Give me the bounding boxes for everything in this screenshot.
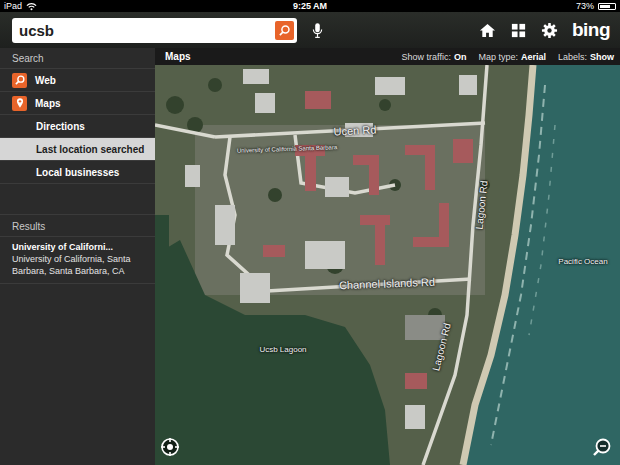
map-option[interactable]: Map type:Aerial bbox=[478, 52, 546, 62]
results-header: Results bbox=[0, 215, 155, 236]
campus-ground bbox=[195, 125, 485, 295]
option-label: Show traffic: bbox=[402, 52, 451, 62]
sidebar-item[interactable]: Directions bbox=[0, 114, 155, 137]
building bbox=[375, 225, 385, 265]
building bbox=[375, 77, 405, 95]
sidebar-item-label: Web bbox=[35, 75, 56, 86]
sidebar-item-label: Maps bbox=[35, 98, 61, 109]
sidebar-gap bbox=[0, 183, 155, 215]
building bbox=[305, 91, 331, 109]
map-label: Ucsb Lagoon bbox=[259, 346, 306, 354]
sidebar-item[interactable]: Last location searched bbox=[0, 137, 155, 160]
building bbox=[459, 75, 477, 95]
map-option[interactable]: Show traffic:On bbox=[402, 52, 467, 62]
map-pin-icon bbox=[12, 96, 27, 111]
status-bar: iPad 9:25 AM 73% bbox=[0, 0, 620, 12]
sidebar-item[interactable]: Web bbox=[0, 68, 155, 91]
lagoon-road bbox=[423, 65, 487, 465]
tree bbox=[379, 99, 391, 111]
surf bbox=[491, 85, 545, 445]
map-label: Pacific Ocean bbox=[558, 258, 607, 266]
search-value: ucsb bbox=[19, 22, 275, 39]
building bbox=[255, 93, 275, 113]
gear-icon[interactable] bbox=[541, 22, 558, 39]
magnifier-icon bbox=[14, 74, 26, 86]
map-title: Maps bbox=[165, 51, 191, 62]
ocean bbox=[465, 65, 620, 465]
battery-percent: 73% bbox=[576, 0, 594, 12]
building bbox=[305, 241, 345, 269]
zoom-icon[interactable] bbox=[592, 437, 612, 457]
building bbox=[425, 155, 435, 190]
building bbox=[439, 203, 449, 247]
building bbox=[360, 215, 390, 225]
result-item[interactable]: University of Californi...University of … bbox=[0, 236, 155, 284]
surf bbox=[529, 125, 555, 335]
battery-icon bbox=[598, 3, 616, 10]
wifi-icon bbox=[26, 2, 37, 11]
option-label: Labels: bbox=[558, 52, 587, 62]
locate-icon[interactable] bbox=[160, 437, 180, 457]
sidebar-item[interactable]: Maps bbox=[0, 91, 155, 114]
aerial-map bbox=[155, 65, 620, 465]
top-bar: ucsb bing bbox=[0, 12, 620, 48]
pin-icon bbox=[14, 97, 26, 109]
building bbox=[405, 373, 427, 389]
sidebar-item-label: Last location searched bbox=[36, 144, 144, 155]
magnifier-icon bbox=[278, 24, 291, 37]
content: Search Web Maps Directions Last location sea… bbox=[0, 48, 620, 465]
bing-logo[interactable]: bing bbox=[572, 19, 610, 41]
building bbox=[243, 69, 269, 84]
ipad-screen: iPad 9:25 AM 73% ucsb bing Search Web Maps Direc… bbox=[0, 0, 620, 465]
microphone-icon[interactable] bbox=[312, 22, 323, 39]
tree bbox=[208, 78, 222, 92]
sidebar-item-label: Directions bbox=[36, 121, 85, 132]
ucen-road bbox=[215, 123, 485, 137]
map-option[interactable]: Labels:Show bbox=[558, 52, 614, 62]
map-options: Show traffic:OnMap type:AerialLabels:Sho… bbox=[402, 52, 614, 62]
tree bbox=[268, 188, 282, 202]
roads bbox=[155, 65, 487, 465]
status-right: 73% bbox=[536, 0, 616, 12]
web-search-icon bbox=[12, 73, 27, 88]
search-button[interactable] bbox=[275, 21, 294, 40]
building bbox=[325, 177, 349, 197]
battery-fill bbox=[600, 5, 610, 8]
map-label: Ucen Rd bbox=[333, 124, 376, 137]
building bbox=[369, 165, 379, 195]
building bbox=[305, 156, 316, 191]
map-header: Maps Show traffic:On Map type:Aerial Labels… bbox=[155, 48, 620, 65]
lagoon-edge bbox=[155, 215, 169, 275]
map-view[interactable]: Ucen RdLagoon RdLagoon RdChannel Islands… bbox=[155, 65, 620, 465]
building bbox=[453, 139, 473, 163]
option-value: On bbox=[454, 52, 467, 62]
building bbox=[353, 155, 379, 165]
result-title: University of Californi... bbox=[12, 242, 147, 252]
device-name: iPad bbox=[4, 0, 22, 12]
sidebar-item[interactable]: Local businesses bbox=[0, 160, 155, 183]
lagoon bbox=[155, 240, 390, 465]
map-panel: Maps Show traffic:On Map type:Aerial Labels… bbox=[155, 48, 620, 465]
sidebar: Search Web Maps Directions Last location sea… bbox=[0, 48, 155, 465]
option-value: Show bbox=[590, 52, 614, 62]
search-field[interactable]: ucsb bbox=[12, 18, 297, 43]
building bbox=[240, 273, 270, 303]
result-subtitle: University of California, Santa Barbara,… bbox=[12, 253, 147, 277]
search-header: Search bbox=[0, 48, 155, 68]
grid-icon[interactable] bbox=[510, 22, 527, 39]
land bbox=[155, 65, 620, 465]
campus-road bbox=[155, 125, 215, 137]
sidebar-item-label: Local businesses bbox=[36, 167, 119, 178]
home-icon[interactable] bbox=[479, 22, 496, 39]
option-value: Aerial bbox=[521, 52, 546, 62]
building bbox=[405, 145, 435, 155]
building bbox=[263, 245, 285, 257]
building bbox=[405, 405, 425, 429]
status-left: iPad bbox=[4, 0, 84, 12]
building bbox=[215, 205, 235, 245]
tree bbox=[166, 96, 184, 114]
clock: 9:25 AM bbox=[293, 0, 327, 12]
option-label: Map type: bbox=[478, 52, 518, 62]
building bbox=[185, 165, 200, 187]
